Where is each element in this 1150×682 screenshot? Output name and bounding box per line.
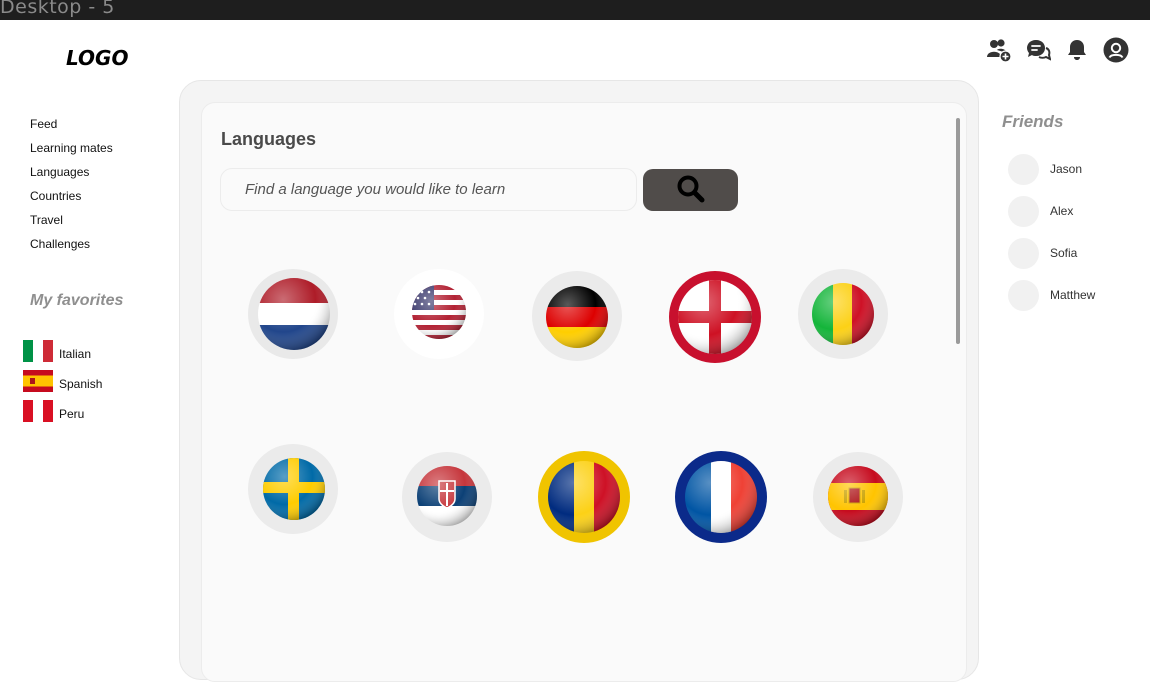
favorite-label: Peru <box>59 407 85 421</box>
friends-heading: Friends <box>1002 112 1064 131</box>
friend-item[interactable]: Jason <box>1008 148 1095 190</box>
italy-flag-icon <box>23 340 53 362</box>
friend-name: Sofia <box>1050 246 1078 260</box>
favorite-item-spanish[interactable]: Spanish <box>23 366 102 396</box>
nav-item-feed[interactable]: Feed <box>30 117 113 141</box>
spain-flag-icon <box>23 370 53 392</box>
favorites-heading: My favorites <box>30 292 124 309</box>
nav-item-countries[interactable]: Countries <box>30 189 113 213</box>
friend-name: Jason <box>1050 162 1083 176</box>
bell-icon[interactable] <box>1064 37 1090 63</box>
frame-title: Desktop - 5 <box>0 0 115 18</box>
logo[interactable]: LOGO <box>66 46 128 70</box>
avatar <box>1008 195 1039 227</box>
france-flag[interactable] <box>675 451 767 543</box>
search-icon <box>676 174 706 207</box>
add-friend-icon[interactable] <box>986 37 1012 63</box>
friends-list: Jason Alex Sofia Matthew <box>1008 148 1095 316</box>
avatar <box>1008 237 1039 269</box>
england-flag[interactable] <box>669 271 761 363</box>
sweden-flag[interactable] <box>247 443 339 535</box>
nav-item-travel[interactable]: Travel <box>30 213 113 237</box>
favorite-label: Italian <box>59 347 92 361</box>
favorite-item-peru[interactable]: Peru <box>23 396 102 426</box>
usa-flag[interactable] <box>393 268 485 360</box>
netherlands-flag[interactable] <box>247 268 339 360</box>
nav-item-languages[interactable]: Languages <box>30 165 113 189</box>
romania-flag[interactable] <box>538 451 630 543</box>
mali-flag[interactable] <box>797 268 889 360</box>
frame-bar: Desktop - 5 <box>0 0 1150 20</box>
favorite-item-italian[interactable]: Italian <box>23 336 102 366</box>
search-input[interactable] <box>220 168 637 211</box>
section-title: Languages <box>221 129 317 149</box>
germany-flag[interactable] <box>531 270 623 362</box>
spain-flag[interactable] <box>812 451 904 543</box>
friend-name: Alex <box>1050 204 1074 218</box>
friend-item[interactable]: Sofia <box>1008 232 1095 274</box>
nav-item-learning-mates[interactable]: Learning mates <box>30 141 113 165</box>
chat-icon[interactable] <box>1025 37 1051 63</box>
favorite-label: Spanish <box>59 377 103 391</box>
friend-item[interactable]: Matthew <box>1008 274 1095 316</box>
avatar <box>1008 153 1039 185</box>
serbia-flag[interactable] <box>401 451 493 543</box>
profile-icon[interactable] <box>1103 37 1129 63</box>
header-icons <box>986 37 1129 63</box>
search-button[interactable] <box>643 169 738 211</box>
avatar <box>1008 279 1039 311</box>
favorites-list: Italian Spanish Peru <box>23 336 102 426</box>
friend-name: Matthew <box>1050 288 1096 302</box>
sidebar-nav: Feed Learning mates Languages Countries … <box>30 117 113 261</box>
scrollbar[interactable] <box>956 118 960 344</box>
nav-item-challenges[interactable]: Challenges <box>30 237 113 261</box>
peru-flag-icon <box>23 400 53 422</box>
friend-item[interactable]: Alex <box>1008 190 1095 232</box>
